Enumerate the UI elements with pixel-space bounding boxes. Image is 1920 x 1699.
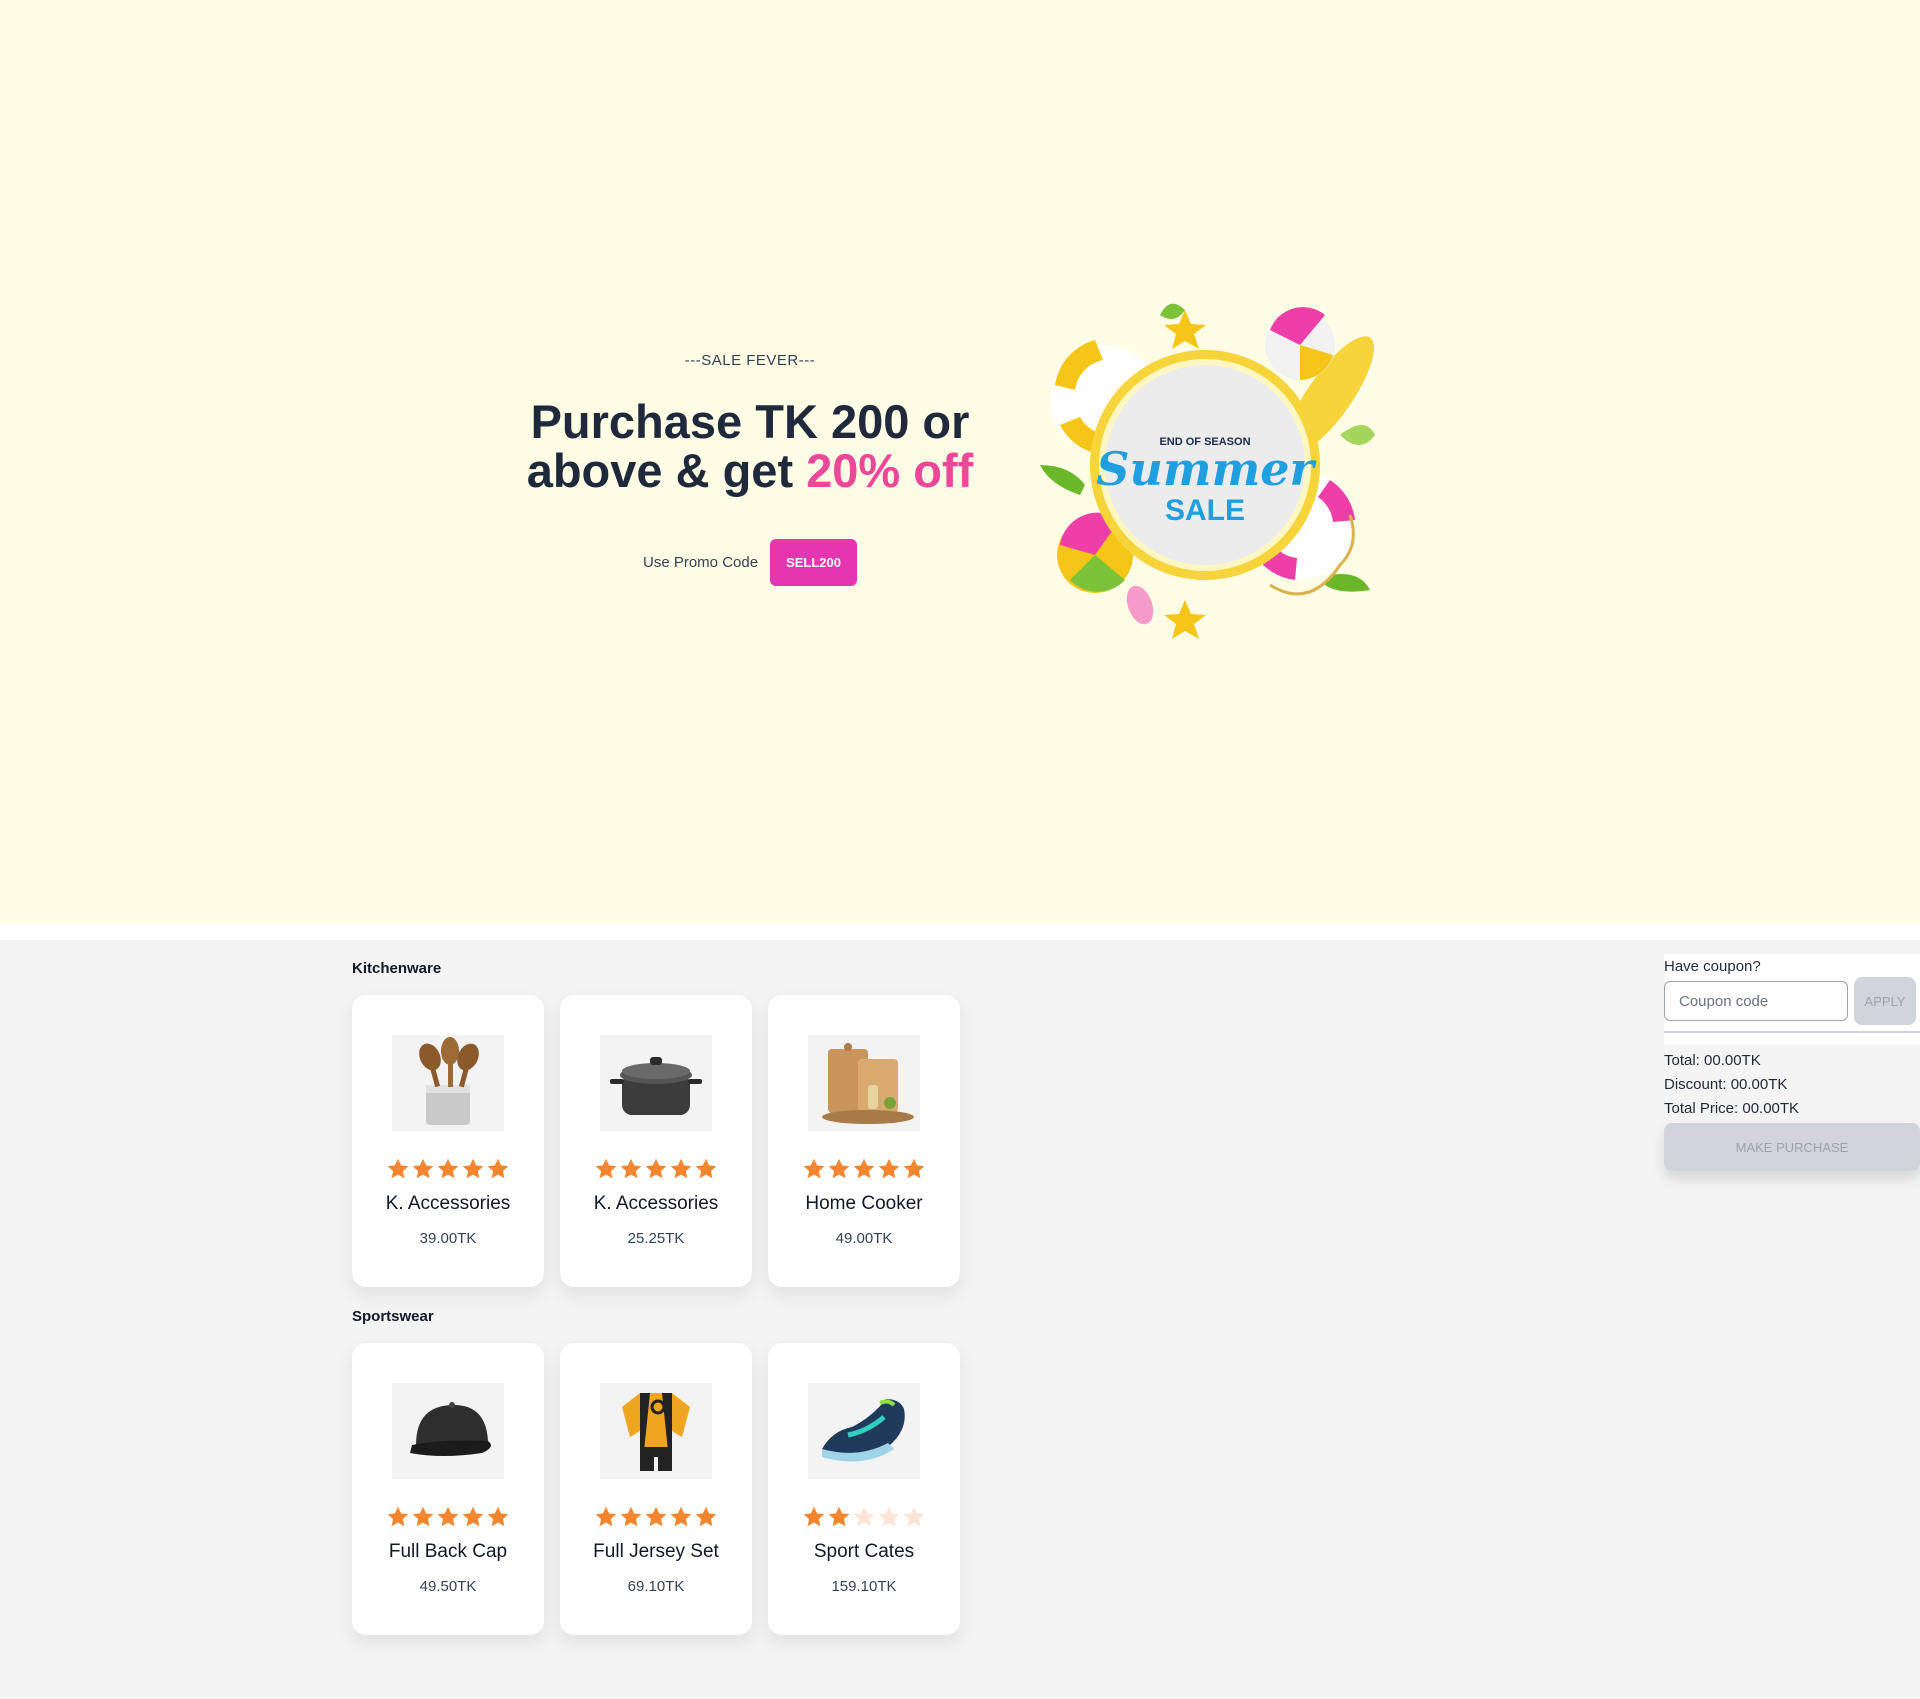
star-filled-icon [437,1506,459,1527]
hero-headline: Purchase TK 200 or above & get 20% off [520,397,980,495]
product-name: K. Accessories [385,1193,511,1214]
product-name: Full Jersey Set [593,1541,719,1562]
coupon-label: Have coupon? [1664,958,1761,975]
cart-total: Total: 00.00TK [1664,1052,1761,1069]
cart-panel: Have coupon? APPLY Total: 00.00TK Discou… [1664,954,1920,1171]
star-filled-icon [437,1158,459,1179]
category-title-sportswear: Sportswear [352,1308,434,1325]
star-filled-icon [695,1158,717,1179]
summer-sale-illustration: END OF SEASON Summer SALE [1040,303,1375,639]
product-price: 25.25TK [627,1230,685,1247]
product-price: 49.00TK [835,1230,893,1247]
hero-eyebrow: ---SALE FEVER--- [684,352,816,369]
star-filled-icon [412,1506,434,1527]
coupon-section: Have coupon? APPLY [1664,954,1920,1045]
product-card[interactable]: Home Cooker 49.00TK [768,995,960,1287]
rating-stars [768,1505,960,1529]
star-filled-icon [695,1506,717,1527]
star-empty-icon [878,1506,900,1527]
make-purchase-button[interactable]: MAKE PURCHASE [1664,1123,1920,1171]
star-filled-icon [803,1158,825,1179]
jersey-icon [600,1383,712,1479]
star-filled-icon [878,1158,900,1179]
cart-discount: Discount: 00.00TK [1664,1076,1788,1093]
apply-coupon-button[interactable]: APPLY [1854,977,1916,1025]
star-filled-icon [645,1506,667,1527]
cooking-pot-icon [600,1035,712,1131]
star-filled-icon [462,1158,484,1179]
product-price: 39.00TK [419,1230,477,1247]
product-price: 69.10TK [627,1578,685,1595]
cart-totals: Total: 00.00TK Discount: 00.00TK Total P… [1664,1045,1920,1121]
product-name: Full Back Cap [388,1541,508,1562]
star-filled-icon [620,1158,642,1179]
promo-row: Use Promo Code SELL200 [520,539,980,586]
product-name: Sport Cates [813,1541,915,1562]
headline-line-2: above & get [526,444,807,497]
cart-total-price: Total Price: 00.00TK [1664,1100,1800,1117]
star-filled-icon [828,1506,850,1527]
rating-stars [560,1157,752,1181]
star-filled-icon [903,1158,925,1179]
star-filled-icon [487,1158,509,1179]
star-filled-icon [803,1506,825,1527]
cap-icon [392,1383,504,1479]
product-card[interactable]: K. Accessories 25.25TK [560,995,752,1287]
product-price: 49.50TK [419,1578,477,1595]
rating-stars [768,1157,960,1181]
promo-code-button[interactable]: SELL200 [770,539,857,586]
rating-stars [560,1505,752,1529]
product-card[interactable]: Full Jersey Set 69.10TK [560,1343,752,1635]
star-filled-icon [412,1158,434,1179]
coupon-row: APPLY [1664,977,1920,1025]
banner-text-bottom: SALE [1165,494,1245,527]
kitchen-utensils-icon [392,1035,504,1131]
star-filled-icon [387,1158,409,1179]
star-filled-icon [670,1506,692,1527]
section-divider [0,924,1920,940]
rating-stars [352,1505,544,1529]
product-card[interactable]: Sport Cates 159.10TK [768,1343,960,1635]
star-filled-icon [462,1506,484,1527]
star-filled-icon [828,1158,850,1179]
star-filled-icon [595,1506,617,1527]
star-filled-icon [620,1506,642,1527]
star-filled-icon [853,1158,875,1179]
star-filled-icon [595,1158,617,1179]
star-empty-icon [853,1506,875,1527]
star-filled-icon [670,1158,692,1179]
star-filled-icon [487,1506,509,1527]
cutting-board-icon [808,1035,920,1131]
rating-stars [352,1157,544,1181]
star-filled-icon [645,1158,667,1179]
product-name: Home Cooker [805,1193,923,1214]
star-empty-icon [903,1506,925,1527]
promo-label: Use Promo Code [643,554,759,571]
hero-banner: ---SALE FEVER--- Purchase TK 200 or abov… [0,0,1920,924]
star-filled-icon [387,1506,409,1527]
headline-line-1: Purchase TK 200 or [530,395,970,448]
product-name: K. Accessories [593,1193,719,1214]
product-price: 159.10TK [831,1578,897,1595]
headline-accent: 20% off [806,444,974,497]
banner-text-script: Summer [1096,442,1317,496]
hero-text: ---SALE FEVER--- Purchase TK 200 or abov… [520,352,980,586]
product-card[interactable]: Full Back Cap 49.50TK [352,1343,544,1635]
product-card[interactable]: K. Accessories 39.00TK [352,995,544,1287]
coupon-input[interactable] [1664,981,1848,1021]
sneaker-icon [808,1383,920,1479]
cart-divider [1664,1031,1920,1033]
category-title-kitchenware: Kitchenware [352,960,442,977]
